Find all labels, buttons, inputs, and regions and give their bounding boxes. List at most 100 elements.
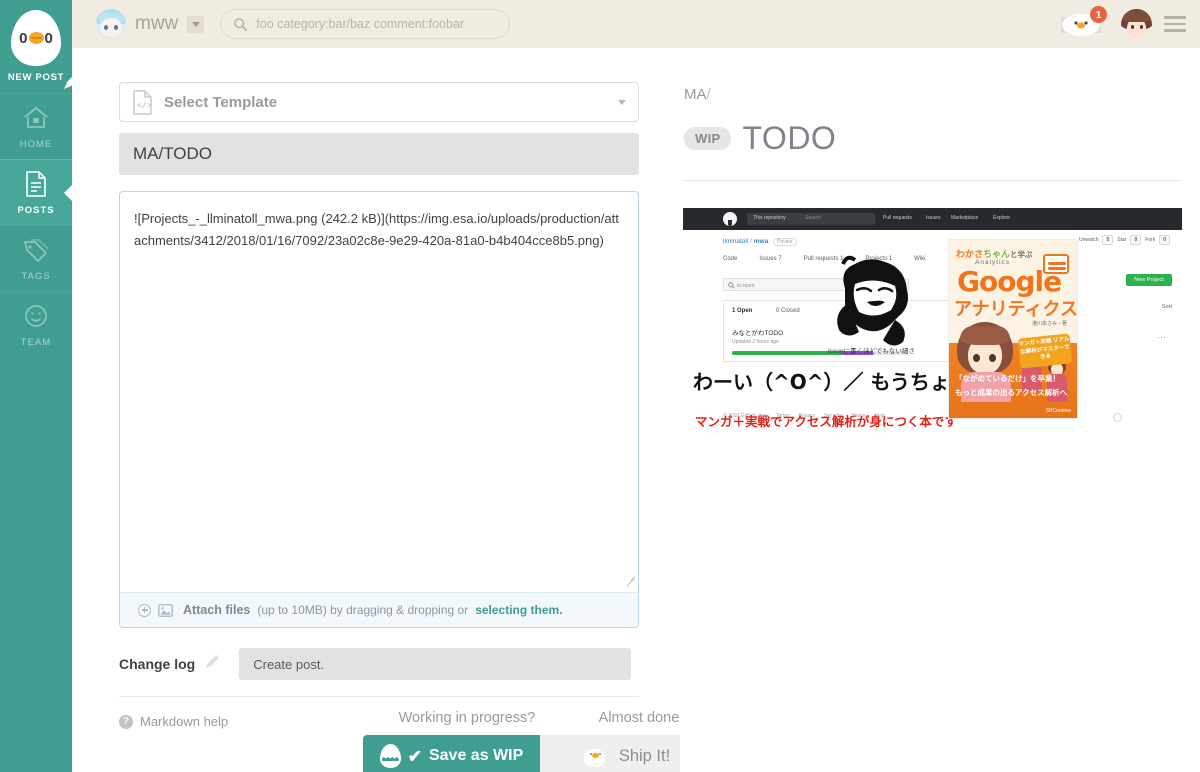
user-avatar[interactable] <box>1121 8 1152 40</box>
breadcrumb-category[interactable]: MA <box>684 86 707 103</box>
book-author: 港川あさみ・著 <box>1031 321 1067 327</box>
chevron-down-icon[interactable] <box>187 15 205 33</box>
preview-title-row: WIP TODO <box>684 120 836 157</box>
divider <box>684 180 1182 181</box>
top-header: mww foo category:bar/baz comment:foobar <box>72 0 1200 48</box>
wip-prompt: Working in progress? <box>398 710 536 726</box>
page-title: TODO <box>742 120 837 156</box>
chick-icon <box>583 746 607 767</box>
post-body-textarea[interactable]: ![Projects_-_llminatoll_mwa.png (242.2 k… <box>120 192 638 592</box>
plus-circle-icon <box>138 603 151 617</box>
attach-files-hint: (up to 10MB) by dragging & dropping or <box>257 603 469 617</box>
image-icon <box>158 603 173 617</box>
cracked-egg-icon <box>379 744 401 768</box>
wip-status-badge: WIP <box>684 127 732 150</box>
save-as-wip-label: Save as WIP <box>428 747 524 764</box>
changelog-label: Change log <box>119 656 196 672</box>
breadcrumb-separator: / <box>706 86 711 103</box>
github-logo-icon <box>723 212 737 226</box>
question-circle-icon: ? <box>119 714 133 729</box>
ship-it-label: Ship It! <box>618 746 671 765</box>
post-body-editor[interactable]: ![Projects_-_llminatoll_mwa.png (242.2 k… <box>119 191 639 628</box>
changelog-value: Create post. <box>253 656 325 672</box>
sidebar: 0 0 NEW POST HOME POSTS TAGS TEAM <box>0 0 83 772</box>
github-nav-explore: Explore <box>993 215 1010 221</box>
notifications-button[interactable]: 1 <box>1055 6 1109 41</box>
pencil-icon <box>204 653 221 675</box>
search-icon <box>234 17 248 31</box>
changelog-input[interactable]: Create post. <box>239 648 632 680</box>
github-star-label: Star <box>1117 237 1127 243</box>
sidebar-item-posts-label: POSTS <box>17 205 55 216</box>
header-actions: 1 <box>1055 6 1200 41</box>
github-tab-code: Code <box>723 256 738 262</box>
github-nav-marketplace: Marketplace <box>951 215 979 221</box>
doodle-big-caption: わーい（^O^）／ もうちょい <box>693 370 970 394</box>
attach-files-label: Attach files <box>183 603 251 617</box>
attach-select-files-link[interactable]: selecting them. <box>475 603 562 617</box>
template-select[interactable]: </> Select Template <box>119 82 639 122</box>
sidebar-new-post-label: NEW POST <box>7 72 65 83</box>
github-fork-label: Fork <box>1145 237 1156 243</box>
attach-files-bar[interactable]: Attach files (up to 10MB) by dragging & … <box>120 592 638 627</box>
github-unwatch-label: Unwatch <box>1079 237 1099 243</box>
team-name[interactable]: mww <box>135 13 178 35</box>
document-icon <box>21 169 51 199</box>
book-katakana-word: アナリティクス <box>954 299 1078 320</box>
book-copy-line-2: もっと成果の出るアクセス解析へ <box>955 388 1068 397</box>
chibi-face-doodle <box>837 255 908 346</box>
sidebar-new-post-button[interactable]: 0 0 NEW POST <box>0 0 83 93</box>
check-icon: ✔ <box>407 746 422 766</box>
sidebar-item-home-label: HOME <box>19 139 53 150</box>
smiley-icon <box>21 301 51 331</box>
book-obi-tag: マンガ＋実戦 リアルな解析がマスターできる <box>1017 333 1073 369</box>
search-input[interactable]: foo category:bar/baz comment:foobar <box>220 9 511 39</box>
sidebar-item-tags[interactable]: TAGS <box>0 225 72 291</box>
github-watch-count: 5 <box>1102 235 1114 245</box>
esa-post-editor-app: 0 0 NEW POST HOME POSTS TAGS TEAM mww fo… <box>0 0 1200 772</box>
github-project-title: みなとがわTODO <box>732 330 784 337</box>
github-repo-separator: / <box>750 238 752 245</box>
github-footer-logo-icon <box>1113 413 1122 422</box>
github-open-count: 1 Open <box>732 308 753 314</box>
github-nav-issues: Issues <box>926 215 941 221</box>
markdown-help-link[interactable]: ? Markdown help <box>119 714 228 729</box>
github-repo-owner: llminatoll <box>723 238 749 245</box>
tag-icon <box>21 235 51 265</box>
book-publisher: SBCreative <box>1045 408 1071 414</box>
markdown-help-label: Markdown help <box>140 714 229 729</box>
home-icon <box>21 103 51 133</box>
search-icon <box>728 282 735 289</box>
post-title-value: MA/TODO <box>133 144 213 163</box>
svg-text:</>: </> <box>137 102 152 111</box>
preview-attached-image[interactable]: This repository Search Pull requests Iss… <box>683 208 1182 435</box>
book-cover-overlay: わかさちゃんと学ぶ Analytics Google アナリティクス 港川あさみ… <box>948 239 1078 419</box>
esa-egg-logo-icon: 0 0 <box>11 10 61 66</box>
github-star-count: 0 <box>1130 235 1142 245</box>
sidebar-item-team-label: TEAM <box>20 337 52 348</box>
breadcrumb: MA/ <box>684 86 711 103</box>
sidebar-item-posts[interactable]: POSTS <box>0 159 73 225</box>
chevron-down-icon <box>618 99 626 105</box>
editor-column: </> Select Template MA/TODO ![Projects_-… <box>72 48 713 772</box>
doodle-red-caption: マンガ＋実戦でアクセス解析が身につく本です <box>695 414 957 429</box>
github-nav-scope: This repository <box>753 215 786 221</box>
notification-badge: 1 <box>1090 6 1107 23</box>
github-sort-button: Sort <box>1161 304 1172 310</box>
sidebar-item-tags-label: TAGS <box>21 271 51 282</box>
code-file-icon: </> <box>133 89 152 115</box>
resize-handle[interactable] <box>625 575 635 585</box>
post-title-input[interactable]: MA/TODO <box>119 133 639 175</box>
sidebar-item-team[interactable]: TEAM <box>0 291 72 357</box>
github-fork-count: 0 <box>1159 235 1170 245</box>
preview-column: MA/ WIP TODO This repository Search Pull… <box>680 48 1200 772</box>
github-project-updated: Updated 2 hours ago <box>732 339 779 345</box>
github-nav-search-placeholder: Search <box>805 215 821 221</box>
github-repo-breadcrumb: llminatoll / mwa Private <box>723 238 797 246</box>
save-as-wip-button[interactable]: ✔ Save as WIP <box>363 735 540 772</box>
sidebar-item-home[interactable]: HOME <box>0 93 72 159</box>
hamburger-menu-icon[interactable] <box>1164 16 1186 32</box>
book-copy-line-1: 「ながめているだけ」を卒業！ <box>955 374 1060 383</box>
team-avatar[interactable] <box>96 9 126 39</box>
github-closed-count: 0 Closed <box>776 308 800 314</box>
